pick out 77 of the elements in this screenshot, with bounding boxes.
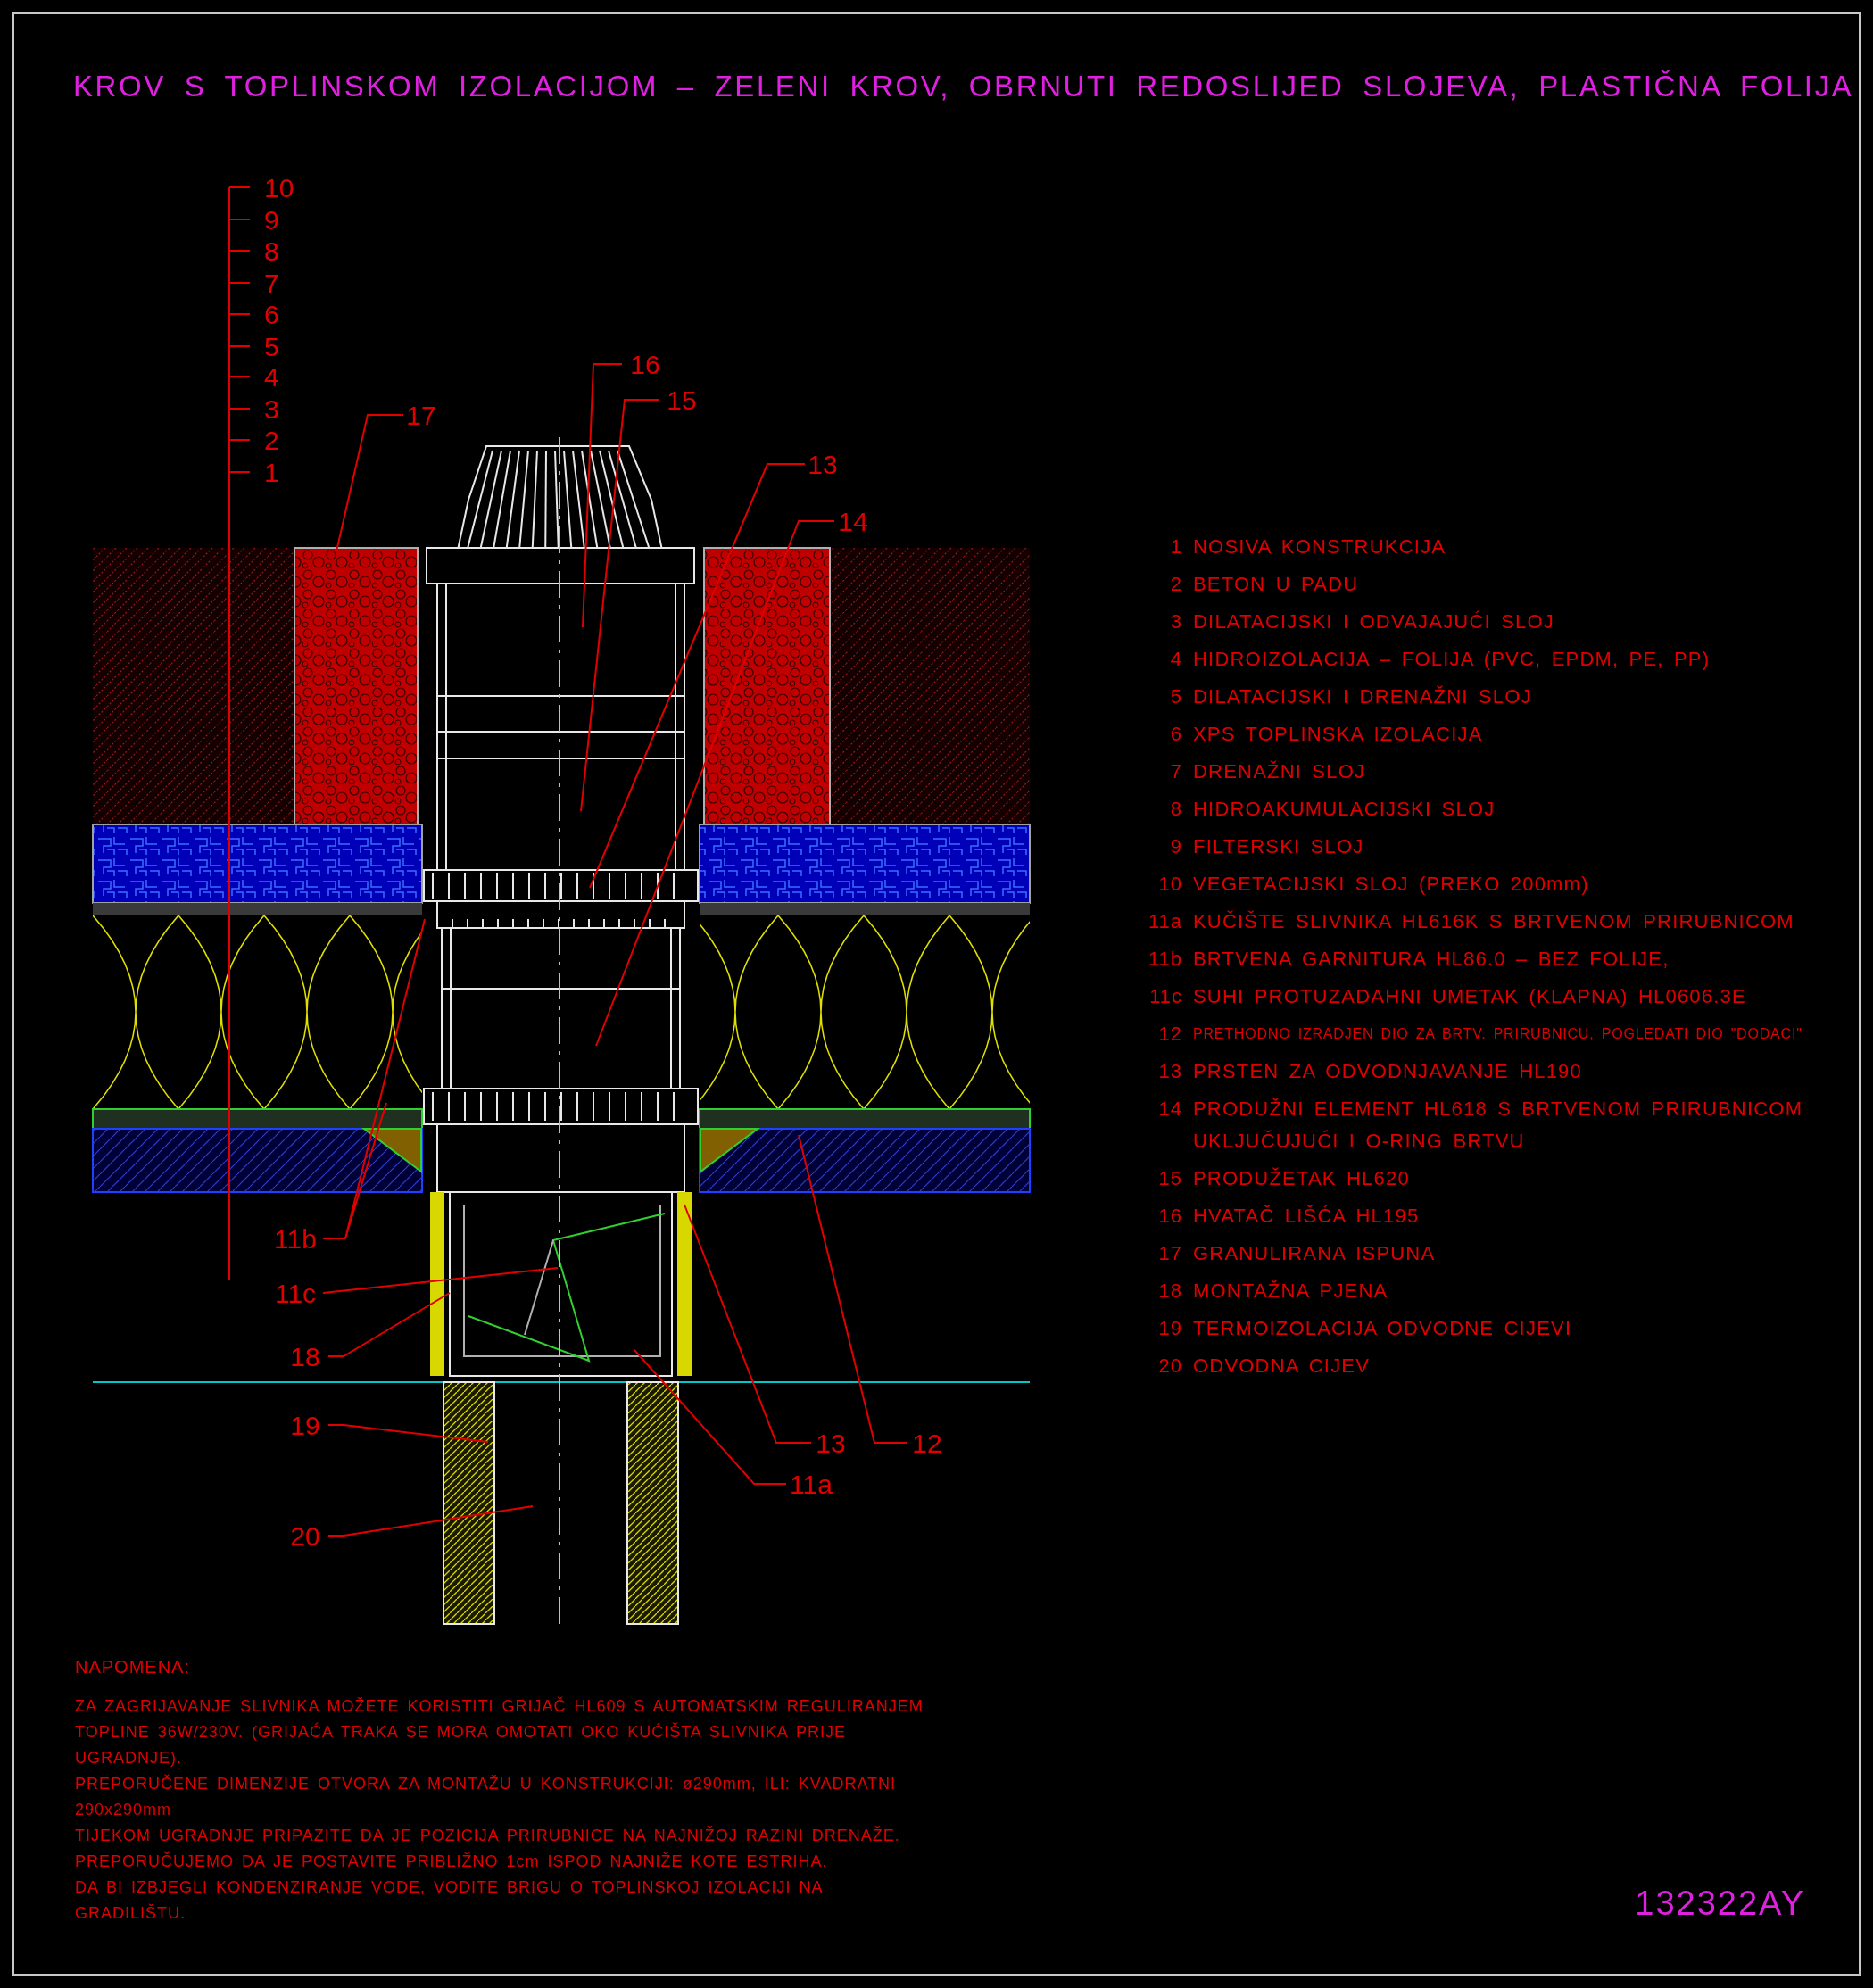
legend-text: DRENAŽNI SLOJ — [1193, 759, 1366, 784]
drawing-number: 132322AY — [1635, 1884, 1805, 1923]
legend-number: 11a — [1147, 909, 1182, 934]
legend-number: 7 — [1169, 759, 1182, 784]
legend-number: 20 — [1157, 1354, 1182, 1379]
legend-text: FILTERSKI SLOJ — [1193, 834, 1364, 859]
legend-number: 9 — [1169, 834, 1182, 859]
legend-text: PRETHODNO IZRADJEN DIO ZA BRTV. PRIRUBNICU, POGLEDATI DIO "DODACI" — [1193, 1025, 1803, 1043]
legend-number: 4 — [1169, 647, 1182, 672]
callout-label: 13 — [808, 449, 838, 479]
note-text: TIJEKOM UGRADNJE PRIPAZITE DA JE POZICIJA PRIRUBNICE NA NAJNIŽOJ RAZINI DRENAŽE. — [75, 1826, 901, 1846]
scale-label: 1 — [264, 457, 279, 487]
legend-number: 15 — [1157, 1166, 1182, 1191]
legend-number: 3 — [1169, 609, 1182, 634]
scale-label: 5 — [264, 331, 279, 361]
note-text: ZA ZAGRIJAVANJE SLIVNIKA MOŽETE KORISTITI GRIJAČ HL609 S AUTOMATSKIM REGULIRANJEM TOPLINE 36W/230V. (GRIJAĆA TRAKA SE MORA OMOTATI OKO KUĆIŠTA SLIVNIKA PRIJE UGRADNJE). — [75, 1695, 924, 1768]
scale-label: 6 — [264, 299, 279, 329]
legend-text: XPS TOPLINSKA IZOLACIJA — [1193, 722, 1483, 747]
legend-text: SUHI PROTUZADAHNI UMETAK (KLAPNA) HL0606.3E — [1193, 984, 1746, 1009]
callout-label: 11b — [274, 1223, 317, 1254]
callout-label: 17 — [406, 400, 436, 430]
legend-text: PRSTEN ZA ODVODNJAVANJE HL190 — [1193, 1059, 1582, 1084]
legend-number: 12 — [1157, 1022, 1182, 1047]
legend-number: 10 — [1157, 872, 1182, 897]
drawing-title: KROV S TOPLINSKOM IZOLACIJOM – ZELENI KROV, OBRNUTI REDOSLIJED SLOJEVA, PLASTIČNA FOLIJA — [73, 69, 1854, 104]
callout-label: 15 — [667, 385, 697, 415]
legend-text: TERMOIZOLACIJA ODVODNE CIJEVI — [1193, 1316, 1572, 1341]
callout-label: 19 — [290, 1410, 320, 1440]
callout-label: 16 — [630, 349, 660, 379]
legend-text: DILATACIJSKI I ODVAJAJUĆI SLOJ — [1193, 609, 1554, 634]
legend-number: 17 — [1157, 1241, 1182, 1266]
legend-number: 8 — [1169, 797, 1182, 822]
note-text: PREPORUČENE DIMENZIJE OTVORA ZA MONTAŽU U KONSTRUKCIJI: ø290mm, ILI: KVADRATNI 290x290mm — [75, 1773, 898, 1820]
legend-text: MONTAŽNA PJENA — [1193, 1279, 1388, 1304]
legend-text: HIDROIZOLACIJA – FOLIJA (PVC, EPDM, PE, PP) — [1193, 647, 1711, 672]
callout-label: 20 — [290, 1520, 320, 1551]
legend-text: BETON U PADU — [1193, 572, 1359, 597]
callout-label: 13 — [816, 1428, 846, 1458]
scale-label: 2 — [264, 425, 279, 455]
scale-label: 4 — [264, 361, 279, 392]
legend-number: 1 — [1169, 534, 1182, 559]
scale-label: 10 — [264, 172, 294, 203]
callout-label: 11a — [790, 1469, 833, 1499]
scale-label: 7 — [264, 268, 279, 298]
legend-text: BRTVENA GARNITURA HL86.0 – BEZ FOLIJE, — [1193, 947, 1670, 972]
legend-number: 19 — [1157, 1316, 1182, 1341]
callout-label: 11c — [274, 1278, 317, 1308]
legend-text: PRODUŽETAK HL620 — [1193, 1166, 1410, 1191]
notes-heading: NAPOMENA: — [75, 1656, 192, 1678]
legend-text: ODVODNA CIJEV — [1193, 1354, 1371, 1379]
callout-label: 12 — [912, 1428, 942, 1458]
legend-text: GRANULIRANA ISPUNA — [1193, 1241, 1436, 1266]
legend-number: 14 — [1157, 1097, 1182, 1122]
legend-text: KUČIŠTE SLIVNIKA HL616K S BRTVENOM PRIRUBNICOM — [1193, 909, 1794, 934]
legend-text: HVATAČ LIŠĆA HL195 — [1193, 1204, 1420, 1229]
legend-text: VEGETACIJSKI SLOJ (PREKO 200mm) — [1193, 872, 1589, 897]
legend-text: HIDROAKUMULACIJSKI SLOJ — [1193, 797, 1496, 822]
legend-number: 6 — [1169, 722, 1182, 747]
scale-label: 3 — [264, 393, 279, 424]
sealing-collar-drawing — [700, 1128, 760, 1173]
legend-number: 2 — [1169, 572, 1182, 597]
scale-label: 9 — [264, 204, 279, 235]
legend-number: 13 — [1157, 1059, 1182, 1084]
scale-label: 8 — [264, 236, 279, 266]
callout-label: 18 — [290, 1341, 320, 1371]
legend-text: PRODUŽNI ELEMENT HL618 S BRTVENOM PRIRUBNICOM UKLJUČUJUĆI I O-RING BRTVU — [1193, 1097, 1804, 1154]
legend-number: 11c — [1148, 984, 1182, 1009]
legend-number: 5 — [1169, 684, 1182, 709]
note-text: PREPORUČUJEMO DA JE POSTAVITE PRIBLIŽNO 1cm ISPOD NAJNIŽE KOTE ESTRIHA. — [75, 1851, 829, 1872]
legend-text: DILATACIJSKI I DRENAŽNI SLOJ — [1193, 684, 1532, 709]
legend-number: 18 — [1157, 1279, 1182, 1304]
callout-label: 14 — [838, 506, 868, 536]
sealing-collar-drawing — [361, 1128, 422, 1173]
legend-number: 16 — [1157, 1204, 1182, 1229]
legend-text: NOSIVA KONSTRUKCIJA — [1193, 534, 1446, 559]
note-text: DA BI IZBJEGLI KONDENZIRANJE VODE, VODITE BRIGU O TOPLINSKOJ IZOLACIJI NA GRADILIŠTU. — [75, 1877, 824, 1924]
legend-number: 11b — [1147, 947, 1182, 972]
